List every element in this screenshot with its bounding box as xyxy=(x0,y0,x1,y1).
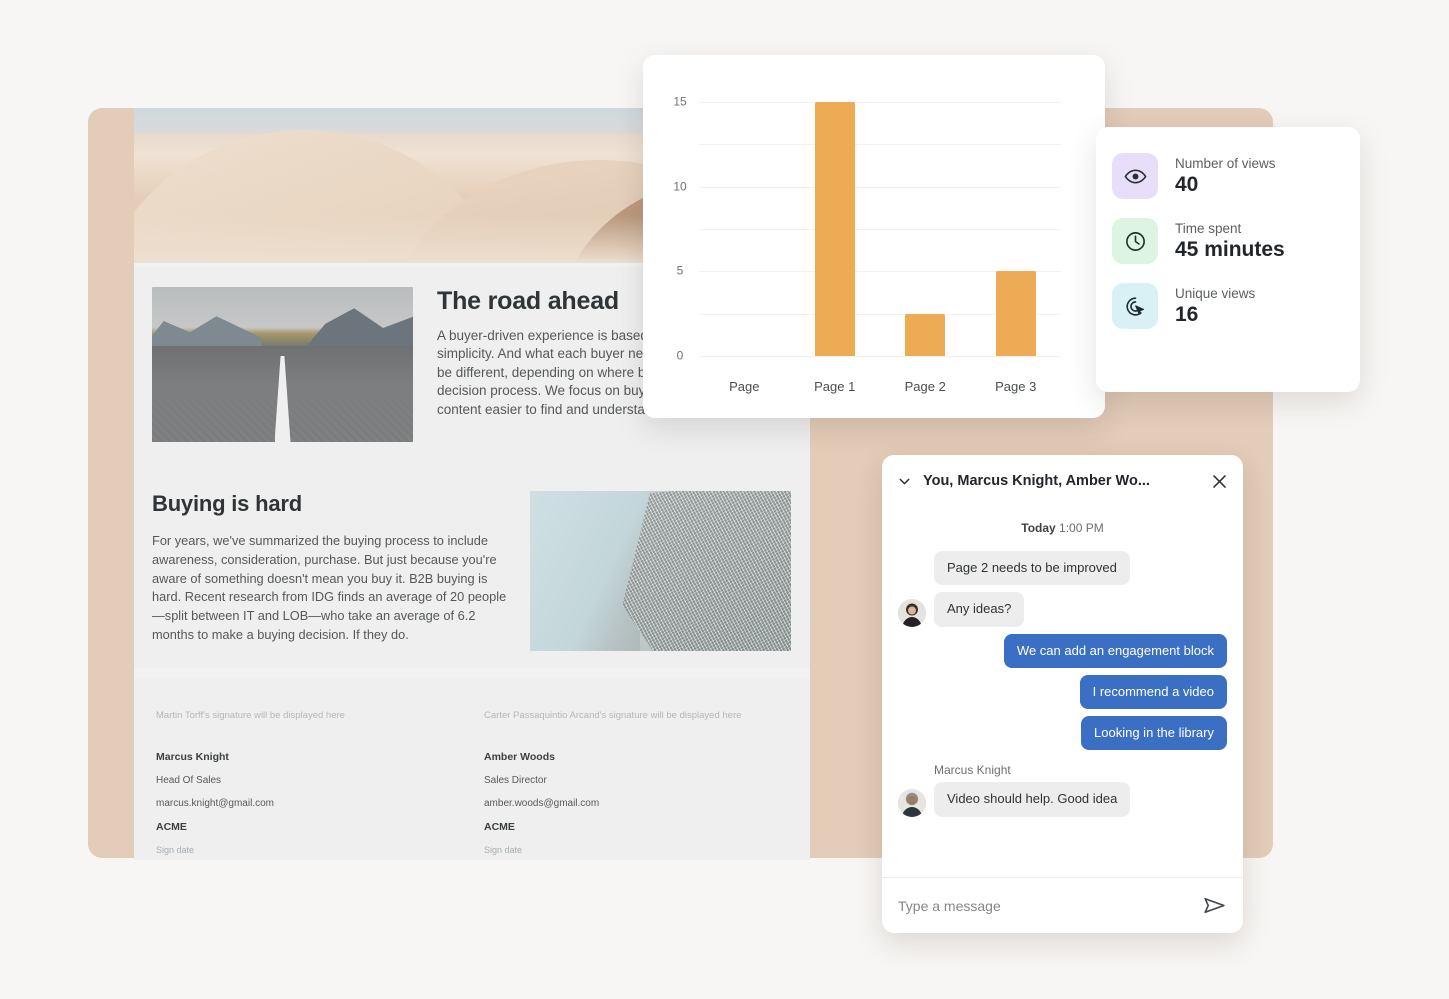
chat-timestamp-time: 1:00 PM xyxy=(1059,521,1104,535)
close-icon[interactable] xyxy=(1210,472,1229,491)
chart-x-tick-label: Page 2 xyxy=(904,379,946,394)
message-bubble[interactable]: We can add an engagement block xyxy=(1003,633,1227,668)
send-icon[interactable] xyxy=(1202,893,1227,918)
chat-message: Any ideas? xyxy=(898,592,1227,627)
signer-company: ACME xyxy=(484,821,515,833)
chat-panel: You, Marcus Knight, Amber Wo... Today 1:… xyxy=(882,455,1243,933)
page-views-chart-card: 15 10 5 0 Page Page 1 Page 2 Page 3 xyxy=(643,55,1105,418)
avatar xyxy=(898,598,926,627)
message-bubble[interactable]: I recommend a video xyxy=(1079,674,1227,709)
buying-is-hard-body: For years, we've summarized the buying p… xyxy=(152,533,507,642)
avatar xyxy=(898,788,926,817)
buying-is-hard-section: Buying is hard For years, we've summariz… xyxy=(134,475,810,668)
chat-message: Page 2 needs to be improved xyxy=(898,551,1227,586)
signer-name: Marcus Knight xyxy=(156,751,229,763)
chart-bar-slot xyxy=(699,85,790,356)
sign-date-label: Sign date xyxy=(484,845,523,855)
stat-value: 16 xyxy=(1175,302,1199,326)
chart-x-axis: Page Page 1 Page 2 Page 3 xyxy=(699,379,1061,394)
stat-row-eye: Number of views 40 xyxy=(1112,153,1360,199)
chart-bar[interactable] xyxy=(995,271,1036,356)
chart-y-axis: 15 10 5 0 xyxy=(643,85,695,362)
chart-gridline xyxy=(699,356,1061,357)
stat-label: Number of views xyxy=(1175,155,1276,171)
chat-message-input[interactable] xyxy=(898,897,1202,914)
chart-bar-slot xyxy=(971,85,1062,356)
message-sender-name: Marcus Knight xyxy=(934,763,1011,778)
signer-role: Head Of Sales xyxy=(156,775,222,786)
avatar-spacer xyxy=(898,557,926,585)
signature-placeholder: Carter Passaquintio Arcand's signature w… xyxy=(484,710,742,721)
stat-row-clock: Time spent 45 minutes xyxy=(1112,218,1360,264)
click-target-icon xyxy=(1112,283,1158,329)
chart-bar[interactable] xyxy=(905,313,946,356)
signer-role: Sales Director xyxy=(484,775,547,786)
mesh-fabric-image xyxy=(530,491,791,651)
chat-message: I recommend a video xyxy=(898,674,1227,709)
buying-is-hard-title: Buying is hard xyxy=(152,491,302,516)
chart-bar-slot xyxy=(880,85,971,356)
stat-text: Unique views 16 xyxy=(1175,286,1255,327)
signer-email: marcus.knight@gmail.com xyxy=(156,798,274,809)
stat-text: Number of views 40 xyxy=(1175,156,1276,197)
signature-block-left: Martin Torff's signature will be display… xyxy=(156,710,456,855)
mesh-fold xyxy=(622,491,791,651)
signature-placeholder: Martin Torff's signature will be display… xyxy=(156,710,345,721)
chat-title: You, Marcus Knight, Amber Wo... xyxy=(923,473,1150,489)
analytics-stats-card: Number of views 40 Time spent 45 minutes Uni… xyxy=(1096,127,1360,392)
message-bubble[interactable]: Video should help. Good idea xyxy=(934,782,1131,817)
chart-bar[interactable] xyxy=(814,101,855,356)
eye-icon xyxy=(1112,153,1158,199)
stat-label: Unique views xyxy=(1175,285,1256,301)
road-ahead-title: The road ahead xyxy=(437,287,619,315)
signer-company: ACME xyxy=(156,821,187,833)
chat-message-list: Today 1:00 PM Page 2 needs to be improve… xyxy=(882,507,1243,877)
chart-x-tick-label: Page xyxy=(729,379,760,394)
chevron-down-icon[interactable] xyxy=(896,473,913,490)
chat-message: We can add an engagement block xyxy=(898,633,1227,668)
screenshot-stage: The road ahead A buyer-driven experience… xyxy=(0,0,1449,999)
sign-date-label: Sign date xyxy=(156,845,195,855)
stat-label: Time spent xyxy=(1175,220,1242,236)
chart-y-tick-label: 15 xyxy=(673,94,687,109)
road-image xyxy=(152,287,413,442)
stat-row-click-target: Unique views 16 xyxy=(1112,283,1360,329)
chart-y-tick-label: 0 xyxy=(676,348,684,363)
message-bubble[interactable]: Any ideas? xyxy=(934,592,1025,627)
signer-email: amber.woods@gmail.com xyxy=(484,798,600,809)
chat-header: You, Marcus Knight, Amber Wo... xyxy=(882,455,1243,507)
signer-name: Amber Woods xyxy=(484,751,555,763)
chart-y-tick-label: 10 xyxy=(673,178,687,193)
chart-bar-slot xyxy=(790,85,881,356)
chart-bars xyxy=(699,85,1061,356)
chat-timestamp: Today 1:00 PM xyxy=(898,521,1227,535)
stat-value: 40 xyxy=(1175,172,1199,196)
stat-value: 45 minutes xyxy=(1175,237,1285,261)
clock-icon xyxy=(1112,218,1158,264)
signature-section: Martin Torff's signature will be display… xyxy=(134,678,810,860)
mountain-shape xyxy=(152,316,262,349)
stat-text: Time spent 45 minutes xyxy=(1175,221,1285,262)
message-bubble[interactable]: Page 2 needs to be improved xyxy=(934,551,1130,586)
chart-x-tick-label: Page 3 xyxy=(995,379,1037,394)
message-bubble[interactable]: Looking in the library xyxy=(1081,716,1227,751)
signature-block-right: Carter Passaquintio Arcand's signature w… xyxy=(484,710,784,855)
chat-timestamp-day: Today xyxy=(1021,521,1056,535)
chart-x-tick-label: Page 1 xyxy=(814,379,856,394)
chat-message: Looking in the library xyxy=(898,716,1227,751)
chart-y-tick-label: 5 xyxy=(676,263,684,278)
chat-composer xyxy=(882,877,1243,933)
chat-message: Video should help. Good idea xyxy=(898,782,1227,817)
